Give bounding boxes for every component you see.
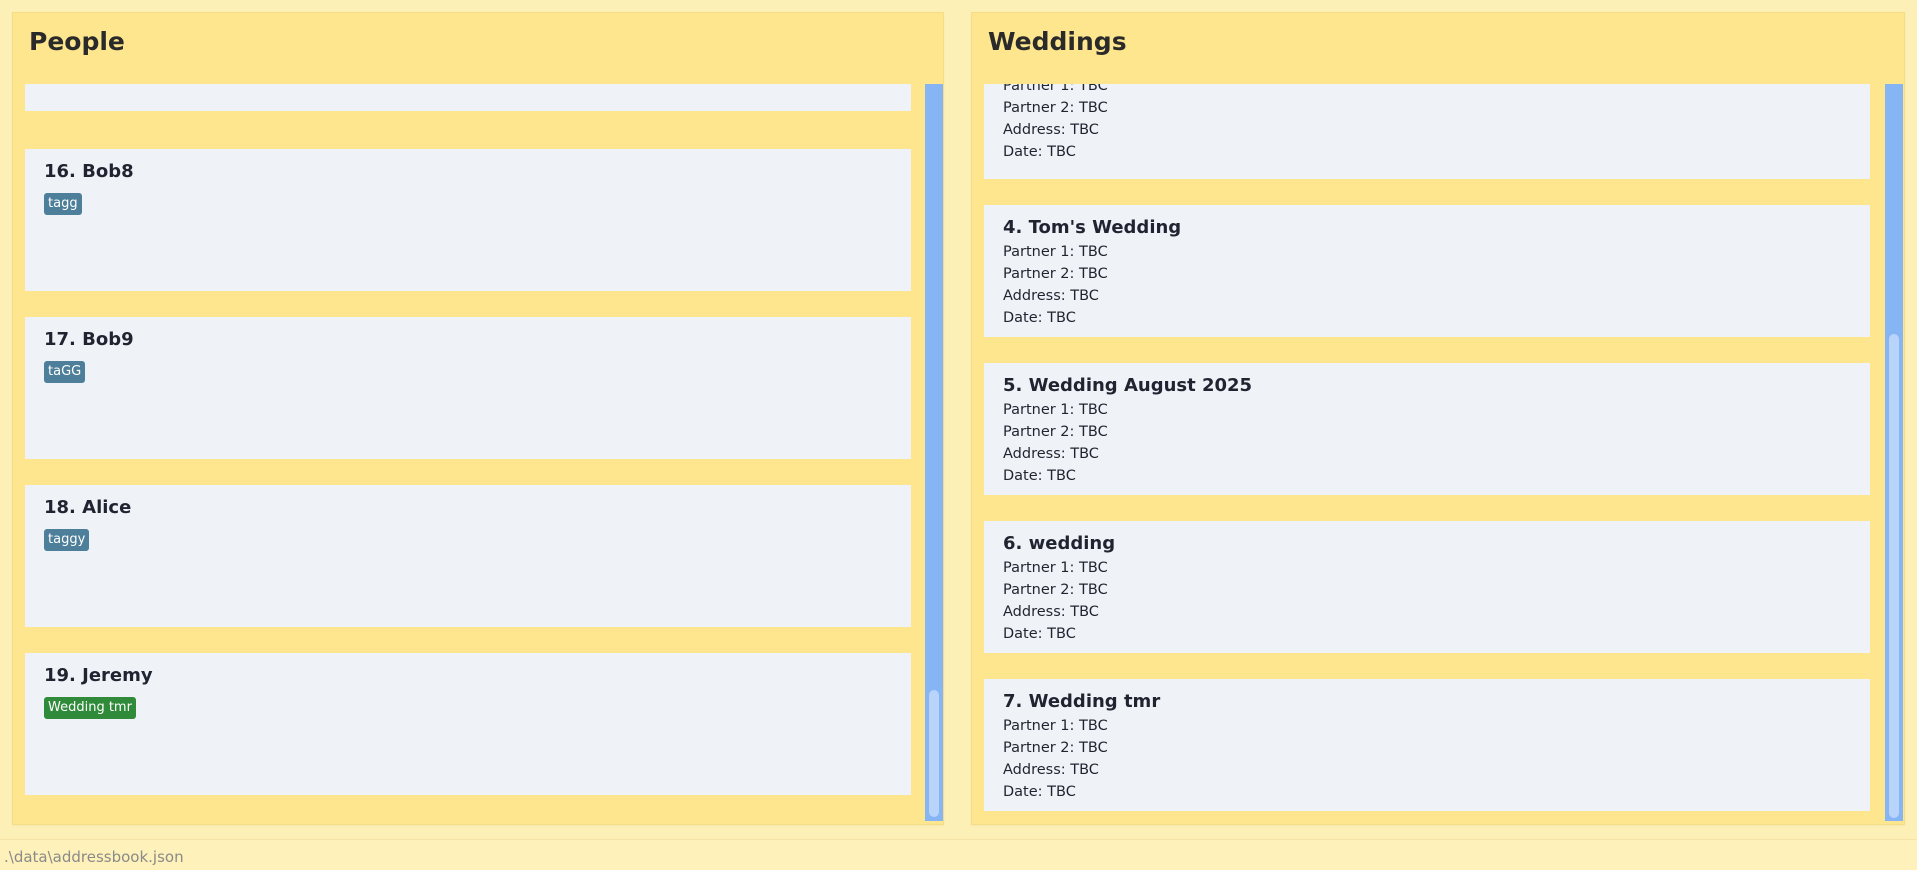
- wedding-partner2: Partner 2: TBC: [1003, 266, 1108, 282]
- wedding-address: Address: TBC: [1003, 122, 1099, 138]
- person-tag: tagg: [44, 193, 82, 215]
- person-card[interactable]: 16. Bob8 tagg: [25, 149, 911, 291]
- wedding-partner1: Partner 1: TBC: [1003, 402, 1108, 418]
- person-name: 18. Alice: [44, 497, 132, 518]
- wedding-card[interactable]: 5. Wedding August 2025 Partner 1: TBC Pa…: [984, 363, 1870, 495]
- wedding-name: 7. Wedding tmr: [1003, 691, 1161, 712]
- person-card[interactable]: 18. Alice taggy: [25, 485, 911, 627]
- wedding-card[interactable]: 6. wedding Partner 1: TBC Partner 2: TBC…: [984, 521, 1870, 653]
- wedding-address: Address: TBC: [1003, 446, 1099, 462]
- wedding-partner2: Partner 2: TBC: [1003, 100, 1108, 116]
- person-list[interactable]: 16. Bob8 tagg 17. Bob9 taGG 18. Alice ta…: [25, 84, 911, 812]
- person-tag: taGG: [44, 361, 86, 383]
- people-scrollbar-thumb[interactable]: [929, 690, 939, 817]
- wedding-date: Date: TBC: [1003, 626, 1076, 642]
- wedding-partner2: Partner 2: TBC: [1003, 424, 1108, 440]
- person-card[interactable]: 17. Bob9 taGG: [25, 317, 911, 459]
- weddings-panel: Weddings Partner 1: TBC Partner 2: TBC A…: [971, 12, 1905, 825]
- wedding-card[interactable]: 4. Tom's Wedding Partner 1: TBC Partner …: [984, 205, 1870, 337]
- person-tag: Wedding tmr: [44, 697, 136, 719]
- wedding-partner1: Partner 1: TBC: [1003, 718, 1108, 734]
- wedding-list[interactable]: Partner 1: TBC Partner 2: TBC Address: T…: [984, 84, 1870, 812]
- people-panel-title: People: [29, 27, 125, 56]
- wedding-address: Address: TBC: [1003, 604, 1099, 620]
- app-window: People 16. Bob8 tagg 17. Bob9 taGG 18. A…: [0, 0, 1917, 870]
- people-panel: People 16. Bob8 tagg 17. Bob9 taGG 18. A…: [12, 12, 944, 825]
- person-card[interactable]: [25, 84, 911, 111]
- person-name: 19. Jeremy: [44, 665, 153, 686]
- weddings-scrollbar-thumb[interactable]: [1889, 334, 1899, 818]
- person-tag: taggy: [44, 529, 90, 551]
- weddings-panel-title: Weddings: [988, 27, 1127, 56]
- wedding-date: Date: TBC: [1003, 784, 1076, 800]
- wedding-date: Date: TBC: [1003, 144, 1076, 160]
- person-name: 16. Bob8: [44, 161, 134, 182]
- status-bar: .\data\addressbook.json: [0, 839, 1917, 870]
- wedding-date: Date: TBC: [1003, 310, 1076, 326]
- person-card[interactable]: 19. Jeremy Wedding tmr: [25, 653, 911, 795]
- save-location-path: .\data\addressbook.json: [4, 848, 184, 866]
- wedding-partner1: Partner 1: TBC: [1003, 560, 1108, 576]
- person-name: 17. Bob9: [44, 329, 134, 350]
- wedding-address: Address: TBC: [1003, 288, 1099, 304]
- wedding-partner1: Partner 1: TBC: [1003, 244, 1108, 260]
- wedding-card[interactable]: Partner 1: TBC Partner 2: TBC Address: T…: [984, 84, 1870, 179]
- wedding-card[interactable]: 7. Wedding tmr Partner 1: TBC Partner 2:…: [984, 679, 1870, 811]
- wedding-partner2: Partner 2: TBC: [1003, 740, 1108, 756]
- wedding-partner2: Partner 2: TBC: [1003, 582, 1108, 598]
- wedding-name: 4. Tom's Wedding: [1003, 217, 1182, 238]
- wedding-date: Date: TBC: [1003, 468, 1076, 484]
- wedding-partner1: Partner 1: TBC: [1003, 84, 1108, 94]
- wedding-name: 6. wedding: [1003, 533, 1116, 554]
- wedding-address: Address: TBC: [1003, 762, 1099, 778]
- wedding-name: 5. Wedding August 2025: [1003, 375, 1253, 396]
- weddings-scrollbar[interactable]: [1885, 84, 1903, 821]
- people-scrollbar[interactable]: [925, 84, 943, 821]
